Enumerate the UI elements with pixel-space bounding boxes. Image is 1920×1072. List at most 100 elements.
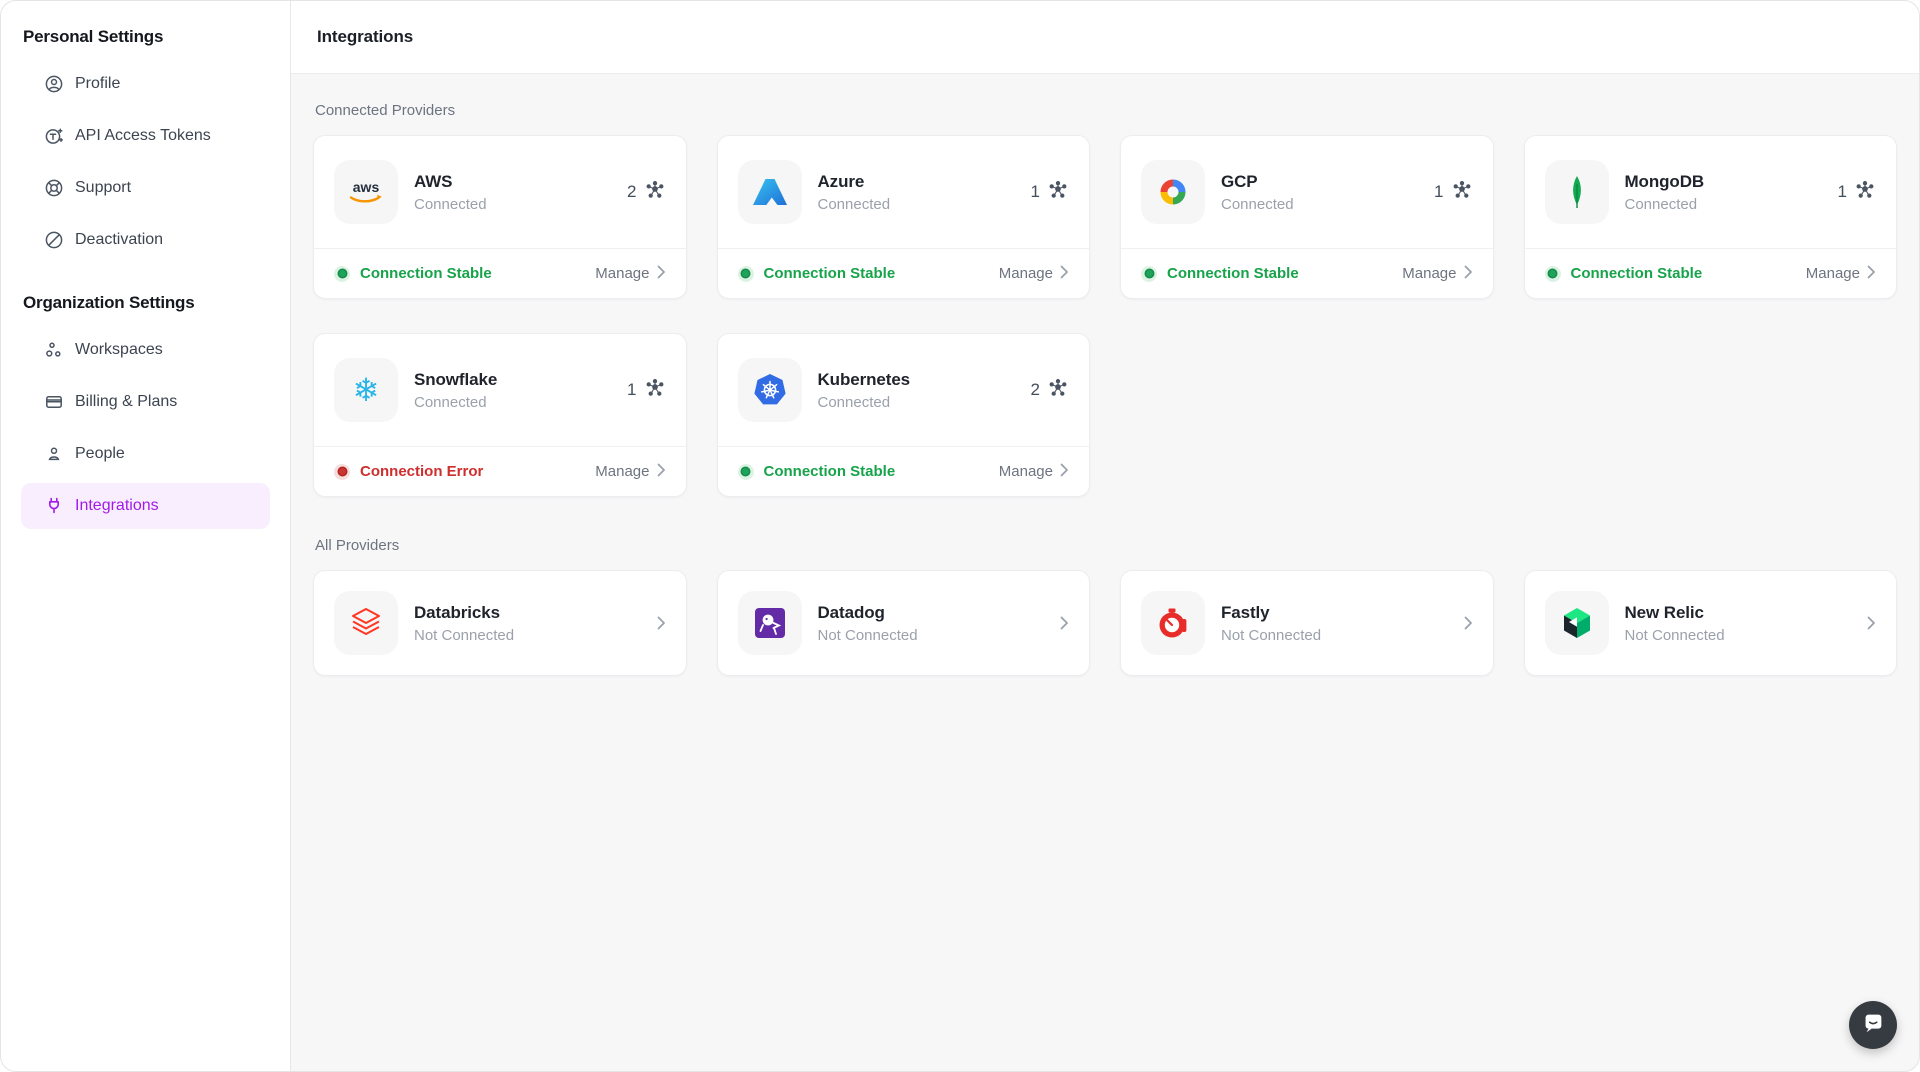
main-area: Integrations Connected Providers aws AWS… (291, 1, 1919, 1071)
connection-status: Connection Stable (1141, 265, 1299, 282)
chevron-right-icon (1060, 616, 1069, 630)
provider-name: MongoDB (1624, 171, 1705, 191)
mongodb-logo-icon (1544, 160, 1609, 224)
datadog-logo-icon (737, 591, 802, 655)
sidebar-item-deactivation[interactable]: Deactivation (21, 217, 270, 263)
manage-button[interactable]: Manage (595, 265, 665, 283)
provider-info: Datadog Not Connected (818, 603, 918, 644)
chevron-right-icon (1867, 265, 1876, 283)
aws-logo-icon: aws (334, 160, 398, 224)
provider-card-databricks[interactable]: Databricks Not Connected (313, 570, 687, 676)
connection-status: Connection Stable (737, 463, 896, 480)
provider-info: AWS Connected (414, 172, 487, 213)
connection-count: 1 (1031, 180, 1069, 205)
sidebar-item-workspaces[interactable]: Workspaces (21, 327, 270, 373)
manage-button[interactable]: Manage (1402, 265, 1472, 283)
app-window: Personal Settings Profile API Access Token… (0, 0, 1920, 1072)
status-dot-icon (737, 463, 754, 480)
azure-logo-icon (737, 160, 802, 224)
provider-info: MongoDB Connected (1625, 172, 1705, 213)
connection-count-value: 2 (1030, 380, 1040, 399)
provider-card-top: Azure Connected 1 (718, 136, 1090, 248)
sidebar-section: Personal Settings Profile API Access Token… (21, 27, 270, 263)
provider-card-top: MongoDB Connected 1 (1525, 136, 1897, 248)
chevron-right-icon (657, 616, 666, 630)
sidebar-item-label: Billing & Plans (75, 393, 178, 410)
sidebar-item-label: People (75, 445, 125, 462)
sidebar-item-profile[interactable]: Profile (21, 61, 270, 107)
connection-count-value: 1 (1837, 182, 1847, 201)
provider-name: Azure (817, 171, 865, 191)
provider-card-azure: Azure Connected 1 Connection Stable Mana… (716, 135, 1090, 299)
connection-status-text: Connection Stable (763, 463, 896, 480)
manage-label: Manage (595, 463, 650, 480)
manage-button[interactable]: Manage (999, 463, 1069, 481)
provider-status: Connected (1221, 195, 1294, 213)
status-dot-icon (1141, 265, 1157, 282)
provider-info: GCP Connected (1221, 172, 1294, 213)
sidebar-item-integrations[interactable]: Integrations (21, 483, 270, 529)
connection-status-text: Connection Stable (1570, 265, 1703, 282)
provider-status: Not Connected (1624, 626, 1725, 644)
sidebar-item-support[interactable]: Support (21, 165, 270, 211)
sidebar-item-label: Profile (75, 75, 121, 92)
provider-card-top: Databricks Not Connected (314, 571, 686, 675)
all-providers-grid: Databricks Not Connected Datadog Not Con… (313, 570, 1897, 676)
provider-info: Kubernetes Connected (818, 370, 911, 411)
provider-status: Not Connected (414, 626, 515, 644)
chevron-right-icon (1060, 463, 1069, 481)
provider-card-top: Kubernetes Connected 2 (718, 334, 1090, 446)
provider-card-aws: aws AWS Connected 2 Connection Stable Ma… (313, 135, 687, 299)
sidebar-item-label: Deactivation (75, 231, 164, 248)
connection-count: 2 (627, 180, 665, 205)
manage-label: Manage (1402, 265, 1457, 282)
sidebar-item-label: Integrations (75, 497, 159, 514)
provider-card-gcp: GCP Connected 1 Connection Stable Manage (1120, 135, 1494, 299)
manage-button[interactable]: Manage (999, 265, 1069, 283)
sidebar-item-billing-plans[interactable]: Billing & Plans (21, 379, 270, 425)
person-icon (43, 443, 65, 465)
provider-name: GCP (1221, 171, 1258, 191)
manage-label: Manage (595, 265, 650, 282)
provider-status: Connected (414, 393, 487, 411)
connection-count: 2 (1031, 378, 1069, 403)
provider-info: Snowflake Connected (414, 370, 497, 411)
settings-sidebar: Personal Settings Profile API Access Token… (1, 1, 291, 1071)
user-circle-icon (43, 73, 65, 95)
provider-status: Connected (817, 195, 891, 213)
chevron-right-icon (657, 463, 666, 481)
provider-card-top: New Relic Not Connected (1525, 571, 1897, 675)
chat-launcher-button[interactable] (1849, 1001, 1897, 1049)
provider-card-kubernetes: Kubernetes Connected 2 Connection Stable… (716, 333, 1090, 497)
page-title: Integrations (317, 27, 414, 46)
provider-card-datadog[interactable]: Datadog Not Connected (716, 570, 1090, 676)
sidebar-section-title: Organization Settings (23, 293, 195, 312)
hub-icon (1451, 180, 1473, 205)
sidebar-item-people[interactable]: People (21, 431, 270, 477)
new-relic-logo-icon (1544, 591, 1609, 655)
status-dot-icon (334, 463, 350, 480)
provider-card-new-relic[interactable]: New Relic Not Connected (1523, 570, 1897, 676)
chat-bubble-icon (1860, 1010, 1886, 1041)
all-providers-label: All Providers (315, 537, 400, 554)
hub-icon (1047, 180, 1069, 205)
sidebar-item-api-access-tokens[interactable]: API Access Tokens (21, 113, 270, 159)
provider-card-top: Fastly Not Connected (1121, 571, 1493, 675)
sidebar-section: Organization Settings Workspaces Billing &… (21, 293, 270, 529)
chevron-right-icon (1060, 265, 1069, 283)
lifebuoy-icon (43, 177, 65, 199)
page-body: Connected Providers aws AWS Connected 2 … (291, 74, 1919, 1071)
provider-status: Connected (414, 195, 487, 213)
provider-name: Kubernetes (817, 369, 911, 389)
provider-status: Connected (1624, 195, 1698, 213)
provider-card-top: Datadog Not Connected (718, 571, 1090, 675)
provider-status: Connected (817, 393, 891, 411)
svg-text:aws: aws (353, 179, 380, 195)
connected-providers-label: Connected Providers (315, 102, 456, 119)
manage-button[interactable]: Manage (1806, 265, 1876, 283)
connection-count-value: 2 (627, 182, 637, 201)
kubernetes-logo-icon (737, 358, 802, 422)
manage-button[interactable]: Manage (595, 463, 665, 481)
provider-card-fastly[interactable]: Fastly Not Connected (1120, 570, 1494, 676)
connection-count: 1 (1838, 180, 1876, 205)
